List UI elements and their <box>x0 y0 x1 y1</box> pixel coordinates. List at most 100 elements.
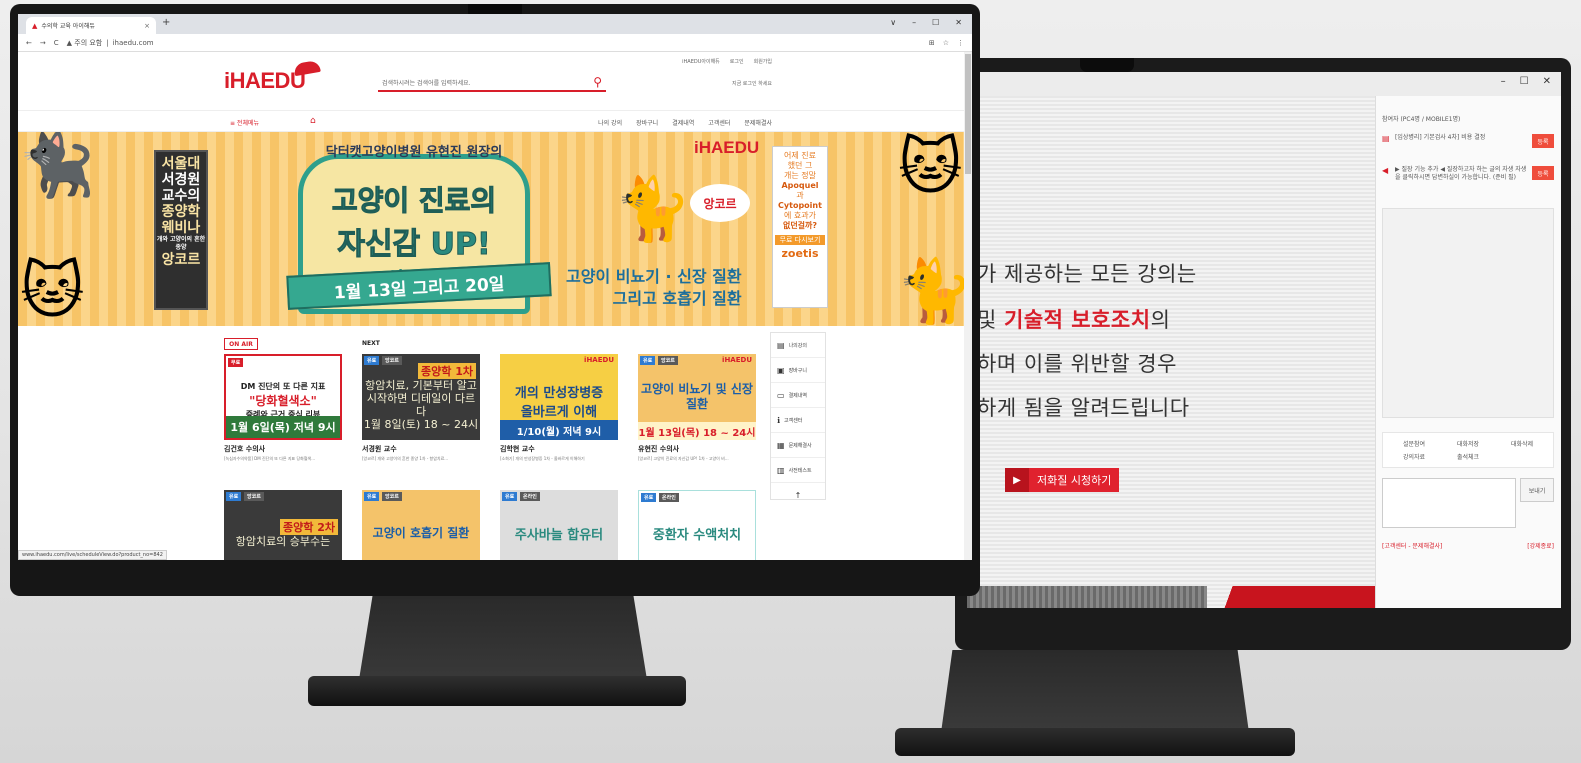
forward-icon[interactable]: → <box>40 39 46 47</box>
lecture-desc[interactable]: [소화기] 개의 만성장병증 1차 - 올바르게 이해하기 <box>500 456 618 462</box>
login-prompt[interactable]: 지금 로그인 하세요 <box>732 80 772 87</box>
signup-link[interactable]: 회원가입 <box>754 58 772 65</box>
message-input[interactable] <box>1382 478 1516 528</box>
new-tab-button[interactable]: + <box>162 17 170 28</box>
lecture-thumbnail[interactable]: iHAEDU 개의 만성장병증 올바르게 이해 1/10(월) 저녁 9시 <box>500 354 618 440</box>
send-button[interactable]: 보내기 <box>1520 478 1554 502</box>
lecture-card[interactable]: iHAEDU 개의 만성장병증 올바르게 이해 1/10(월) 저녁 9시 김학… <box>500 354 618 462</box>
nav-cart[interactable]: 장바구니 <box>636 118 658 127</box>
lecturer-name[interactable]: 김건호 수의사 <box>224 444 342 454</box>
hero-banner[interactable]: 🐈‍⬛ 🐱 🐈 🐱 🐈 서울대 서경원 교수의 종양학 웨비나 개와 고양이의 … <box>18 132 972 326</box>
browser-tab[interactable]: ▲ 수의학 교육 아이해듀 × <box>26 17 156 34</box>
attendance-link[interactable]: 출석체크 <box>1441 452 1495 461</box>
replay-button[interactable]: 무료 다시보기 <box>775 235 825 245</box>
low-quality-button[interactable]: ▶ 저화질 시청하기 <box>1005 468 1119 492</box>
register-button[interactable]: 등록 <box>1532 134 1554 148</box>
lecture-desc[interactable]: [앙코르] 고양이 진료의 자신감 UP! 1차 - 고양이 비... <box>638 456 756 462</box>
reload-icon[interactable]: C <box>54 39 59 47</box>
info-icon: ℹ <box>777 415 781 425</box>
video-player[interactable]: 가 제공하는 모든 강의는 및 기술적 보호조치의 하며 이를 위반할 경우 하… <box>967 96 1375 608</box>
nav-payments[interactable]: 결제내역 <box>672 118 694 127</box>
quick-troubleshooter[interactable]: ▦ 문제해결사 <box>771 433 825 458</box>
minimize-button[interactable]: – <box>1501 76 1506 87</box>
all-menu-button[interactable]: ≡ 전체메뉴 <box>230 118 259 127</box>
bookmark-star-icon[interactable]: ☆ <box>943 39 949 47</box>
lecture-thumbnail[interactable]: 유료 앙코르 고양이 호흡기 질환 <box>362 490 480 560</box>
lecture-thumbnail[interactable]: 유료 온라인 중환자 수액처치 <box>638 490 756 560</box>
lecture-thumbnail[interactable]: 유료 앙코르 종양학 2차 항암치료의 승부수는 <box>224 490 342 560</box>
register-button[interactable]: 등록 <box>1532 166 1554 180</box>
main-nav: ≡ 전체메뉴 ⌂ 나의 강의 장바구니 결제내역 고객센터 문제해결사 <box>18 110 972 132</box>
tab-search-icon[interactable]: ∨ <box>890 18 896 27</box>
materials-link[interactable]: 강의자료 <box>1387 452 1441 461</box>
scrollbar-thumb[interactable] <box>965 54 971 174</box>
quick-my-lectures[interactable]: ▤ 나의강의 <box>771 333 825 358</box>
scroll-top-button[interactable]: ↑ <box>771 483 825 508</box>
nav-troubleshooter[interactable]: 문제해결사 <box>744 118 772 127</box>
url-field[interactable]: ▲ 주의 요함 | ihaedu.com <box>67 38 921 48</box>
maximize-button[interactable]: ☐ <box>932 18 939 27</box>
quick-cart[interactable]: ▣ 장바구니 <box>771 358 825 383</box>
cart-icon: ▣ <box>777 365 785 375</box>
lecture-card[interactable]: 유료 온라인 중환자 수액처치 <box>638 490 756 560</box>
lecture-card[interactable]: 유료 앙코르 iHAEDU 고양이 비뇨기 및 신장질환 1월 13일(목) 1… <box>638 354 756 462</box>
rear-titlebar: – ☐ ✕ <box>967 72 1561 96</box>
lecture-card[interactable]: 유료 앙코르 종양학 1차 항암치료, 기본부터 알고 시작하면 디테일이 다르… <box>362 354 480 462</box>
lecturer-name[interactable]: 서경원 교수 <box>362 444 480 454</box>
question-row-1: ▤ [임상병리] 기본검사 4차] 비용 결정 등록 <box>1382 134 1554 148</box>
support-link[interactable]: [고객센터 - 문제해결사] <box>1382 541 1442 550</box>
delete-chat-link[interactable]: 대화삭제 <box>1495 439 1549 448</box>
notice-line-4: 하게 됨을 알려드립니다 <box>977 396 1190 420</box>
back-icon[interactable]: ← <box>26 39 32 47</box>
payment-icon: ▭ <box>777 390 785 400</box>
home-icon[interactable]: ⌂ <box>310 116 316 126</box>
minimize-button[interactable]: – <box>912 18 916 27</box>
close-tab-icon[interactable]: × <box>144 22 150 30</box>
quick-payments[interactable]: ▭ 결제내역 <box>771 383 825 408</box>
login-link[interactable]: 로그인 <box>730 58 744 65</box>
search-input[interactable]: 검색하시려는 검색어를 입력하세요. ⚲ <box>378 74 606 92</box>
brand-link[interactable]: iHAEDU아이해듀 <box>682 58 720 65</box>
close-button[interactable]: ✕ <box>1543 76 1551 87</box>
quick-pretest[interactable]: ▥ 사전테스트 <box>771 458 825 483</box>
my-lectures-icon: ▤ <box>777 340 785 350</box>
chat-log[interactable] <box>1382 208 1554 418</box>
maximize-button[interactable]: ☐ <box>1520 76 1529 87</box>
force-exit-link[interactable]: [강제종료] <box>1527 541 1554 550</box>
nav-my-lectures[interactable]: 나의 강의 <box>598 118 622 127</box>
lecture-thumbnail[interactable]: 유료 온라인 주사바늘 합유터 <box>500 490 618 560</box>
zoetis-ad[interactable]: 어제 진료 했던 그 개는 정말 Apoquel 과 Cytopoint 에 효… <box>772 146 828 308</box>
banner-subtitle: 고양이 비뇨기 · 신장 질환 그리고 호흡기 질환 <box>566 267 742 308</box>
lecture-card[interactable]: 유료 앙코르 고양이 호흡기 질환 <box>362 490 480 560</box>
survey-link[interactable]: 설문참여 <box>1387 439 1441 448</box>
next-label: NEXT <box>362 340 380 347</box>
lecture-thumbnail[interactable]: 무료 DM 진단의 또 다른 지표 "당화혈색소" 증례와 근거 중심 리뷰 1… <box>224 354 342 440</box>
page-scrollbar[interactable] <box>964 52 972 560</box>
lecture-thumbnail[interactable]: 유료 앙코르 종양학 1차 항암치료, 기본부터 알고 시작하면 디테일이 다르… <box>362 354 480 440</box>
tools-icon: ▦ <box>777 440 785 450</box>
rear-monitor-neck <box>940 650 1250 740</box>
site-logo[interactable]: iHAEDU <box>224 59 321 94</box>
lecture-desc[interactable]: [녹십자수의약품] DM 진단의 또 다른 지표 당화혈색... <box>224 456 342 462</box>
calico-cat-illustration: 🐈 <box>896 254 972 326</box>
nav-support[interactable]: 고객센터 <box>708 118 730 127</box>
rear-screen: – ☐ ✕ 가 제공하는 모든 강의는 및 기술적 보호조치의 하며 이를 위반… <box>967 72 1561 608</box>
sidebar-footer: [고객센터 - 문제해결사] [강제종료] <box>1382 541 1554 550</box>
lecturer-name[interactable]: 김학현 교수 <box>500 444 618 454</box>
document-icon: ▤ <box>1382 134 1390 143</box>
lecture-thumbnail[interactable]: 유료 앙코르 iHAEDU 고양이 비뇨기 및 신장질환 1월 13일(목) 1… <box>638 354 756 440</box>
lecture-desc[interactable]: [앙코르] 개와 고양이의 흔한 종양 1차 - 항암치료... <box>362 456 480 462</box>
quick-support[interactable]: ℹ 고객센터 <box>771 408 825 433</box>
lecture-card[interactable]: 무료 DM 진단의 또 다른 지표 "당화혈색소" 증례와 근거 중심 리뷰 1… <box>224 354 342 462</box>
close-button[interactable]: ✕ <box>955 18 962 27</box>
save-chat-link[interactable]: 대화저장 <box>1441 439 1495 448</box>
more-menu-icon[interactable]: ⋮ <box>957 39 964 47</box>
lecture-card[interactable]: 유료 온라인 주사바늘 합유터 <box>500 490 618 560</box>
security-warning[interactable]: ▲ 주의 요함 <box>67 38 103 48</box>
search-icon[interactable]: ⚲ <box>593 75 602 89</box>
on-air-label: ON AIR <box>224 338 258 350</box>
translate-icon[interactable]: ⊞ <box>929 39 935 47</box>
lecturer-name[interactable]: 유현진 수의사 <box>638 444 756 454</box>
lecture-card[interactable]: 유료 앙코르 종양학 2차 항암치료의 승부수는 <box>224 490 342 560</box>
rear-monitor-camera <box>1080 58 1134 72</box>
